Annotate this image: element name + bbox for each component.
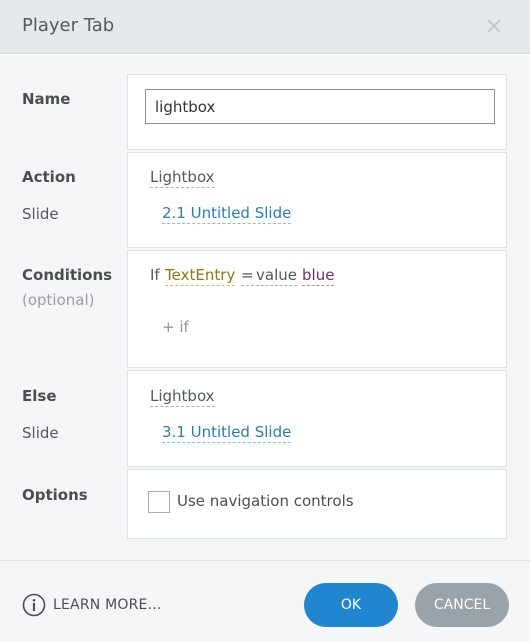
options-label: Options — [22, 486, 88, 504]
condition-value-type[interactable]: value — [256, 266, 297, 286]
conditions-hint: (optional) — [22, 291, 95, 309]
condition-variable[interactable]: TextEntry — [165, 266, 236, 286]
conditions-label: Conditions — [22, 266, 113, 284]
player-tab-dialog: Player Tab Name Action Slide Lightbox 2.… — [0, 0, 530, 642]
info-icon[interactable] — [22, 593, 46, 617]
ok-button[interactable]: OK — [304, 583, 398, 627]
action-select[interactable]: Lightbox — [150, 168, 215, 188]
action-slide-select[interactable]: 2.1 Untitled Slide — [162, 204, 292, 224]
name-label: Name — [22, 90, 71, 108]
else-slide-select[interactable]: 3.1 Untitled Slide — [162, 423, 292, 443]
dialog-header: Player Tab — [0, 0, 530, 54]
learn-more-link[interactable]: LEARN MORE... — [53, 597, 162, 613]
dialog-title: Player Tab — [22, 15, 115, 36]
else-label: Else — [22, 387, 57, 405]
else-panel — [127, 370, 507, 467]
cancel-button[interactable]: CANCEL — [415, 583, 509, 627]
action-slide-label: Slide — [22, 205, 59, 223]
add-if-button[interactable]: + if — [162, 318, 189, 336]
else-slide-label: Slide — [22, 424, 59, 442]
condition-operator[interactable]: = — [241, 266, 254, 286]
navigation-controls-checkbox[interactable] — [148, 491, 170, 513]
condition-if-word: If — [150, 266, 160, 284]
action-panel — [127, 152, 507, 248]
navigation-controls-label[interactable]: Use navigation controls — [177, 492, 354, 510]
else-action-select[interactable]: Lightbox — [150, 387, 215, 407]
condition-value[interactable]: blue — [302, 266, 335, 286]
action-label: Action — [22, 168, 76, 186]
close-icon[interactable] — [484, 16, 504, 36]
name-input[interactable] — [145, 89, 495, 124]
